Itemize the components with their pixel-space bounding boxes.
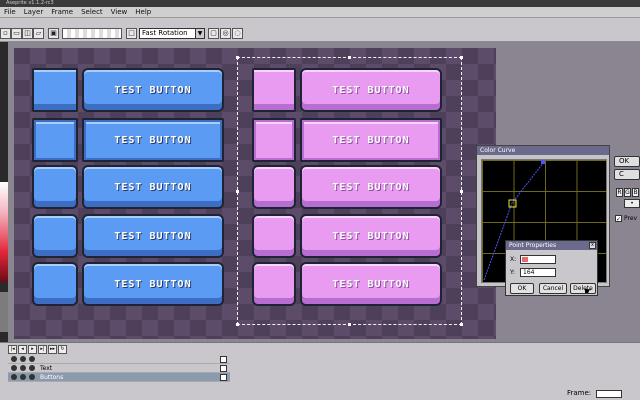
- transform-handle[interactable]: [236, 56, 239, 59]
- cel-icon[interactable]: [220, 365, 227, 372]
- blue-square-button[interactable]: [32, 118, 78, 162]
- preview-checkbox[interactable]: ✓: [615, 215, 622, 223]
- transparent-color-icon[interactable]: ▣: [48, 28, 59, 39]
- x-input-mark-icon: [522, 257, 528, 262]
- lock-icon[interactable]: [20, 374, 26, 380]
- lock-icon[interactable]: [20, 365, 26, 371]
- frame-input[interactable]: [596, 390, 622, 398]
- color-curve-side-controls: OK C R G B • ✓ Prev: [614, 155, 640, 245]
- dialog-title: Color Curve: [477, 146, 609, 155]
- layer-row[interactable]: Text: [8, 364, 230, 373]
- mouse-cursor-icon: ☛: [584, 287, 593, 297]
- transform-handle[interactable]: [236, 323, 239, 326]
- chevron-down-icon: ▼: [195, 29, 204, 38]
- transform-handle[interactable]: [236, 190, 239, 193]
- eye-icon[interactable]: [11, 365, 17, 371]
- wheel-icon[interactable]: ◌: [232, 28, 243, 39]
- x-label: X:: [510, 256, 517, 263]
- crop-icon[interactable]: ▢: [208, 28, 219, 39]
- selection-marquee[interactable]: [236, 56, 463, 326]
- context-toolbar: ▫ ▭ ◫ ▱ ▣ □ Fast Rotation ▼ ▢ ◎ ◌: [0, 18, 640, 42]
- blue-test-button[interactable]: TEST BUTTON: [82, 68, 224, 112]
- point-properties-dialog: Point Properties x X: Y: 164 OK Cancel D…: [505, 240, 598, 297]
- menu-file[interactable]: File: [0, 7, 20, 17]
- transparent-color-field[interactable]: [62, 28, 122, 39]
- link-icon[interactable]: [29, 356, 35, 362]
- first-frame-icon[interactable]: |◂: [8, 345, 17, 354]
- y-label: Y:: [510, 269, 515, 276]
- channel-r-icon[interactable]: R: [616, 188, 623, 197]
- transform-handle[interactable]: [460, 190, 463, 193]
- next-frame-icon[interactable]: ▸|: [38, 345, 47, 354]
- lock-icon[interactable]: [20, 356, 26, 362]
- point-delete-button[interactable]: Delete: [570, 283, 596, 294]
- menu-bar: File Layer Frame Select View Help: [0, 7, 640, 18]
- menu-select[interactable]: Select: [77, 7, 107, 17]
- prev-frame-icon[interactable]: ◂: [18, 345, 27, 354]
- menu-view[interactable]: View: [107, 7, 132, 17]
- curve-cancel-button[interactable]: C: [614, 169, 640, 180]
- curve-ok-button[interactable]: OK: [614, 156, 640, 167]
- eye-icon[interactable]: [11, 356, 17, 362]
- channel-slider-icon[interactable]: •: [624, 199, 640, 208]
- transform-handle[interactable]: [348, 56, 351, 59]
- rotate-icon[interactable]: ◫: [22, 28, 33, 39]
- close-icon[interactable]: x: [589, 242, 596, 249]
- transform-handle[interactable]: [348, 323, 351, 326]
- last-frame-icon[interactable]: ▸▸: [48, 345, 57, 354]
- layer-row[interactable]: [8, 355, 230, 364]
- blue-test-button[interactable]: TEST BUTTON: [82, 214, 224, 258]
- y-input[interactable]: 164: [520, 268, 556, 277]
- menu-frame[interactable]: Frame: [47, 7, 77, 17]
- playback-controls: |◂ ◂ ▸ ▸| ▸▸ ↻: [8, 345, 67, 354]
- transform-handle[interactable]: [460, 323, 463, 326]
- blue-square-button[interactable]: [32, 165, 78, 209]
- color-swatch[interactable]: [0, 292, 8, 332]
- channel-b-icon[interactable]: B: [632, 188, 639, 197]
- frame-label: Frame:: [567, 389, 592, 397]
- cel-icon[interactable]: [220, 356, 227, 363]
- preview-label: Prev: [624, 215, 638, 222]
- blue-test-button[interactable]: TEST BUTTON: [82, 165, 224, 209]
- title-bar: Aseprite v1.1.2-rc3: [0, 0, 640, 7]
- cel-icon[interactable]: [220, 374, 227, 381]
- blue-test-button[interactable]: TEST BUTTON: [82, 118, 224, 162]
- menu-help[interactable]: Help: [131, 7, 155, 17]
- layer-row-selected[interactable]: Buttons: [8, 373, 230, 382]
- point-ok-button[interactable]: OK: [510, 283, 534, 294]
- flip-icon[interactable]: ▭: [11, 28, 22, 39]
- point-cancel-button[interactable]: Cancel: [539, 283, 567, 294]
- zoom-icon[interactable]: ◎: [220, 28, 231, 39]
- eye-icon[interactable]: [11, 374, 17, 380]
- blue-square-button[interactable]: [32, 262, 78, 306]
- loop-icon[interactable]: ↻: [58, 345, 67, 354]
- link-icon[interactable]: [29, 374, 35, 380]
- channel-g-icon[interactable]: G: [624, 188, 631, 197]
- blue-test-button[interactable]: TEST BUTTON: [82, 262, 224, 306]
- menu-layer[interactable]: Layer: [20, 7, 48, 17]
- skew-icon[interactable]: ▱: [33, 28, 44, 39]
- palette-strip[interactable]: [0, 42, 8, 342]
- timeline-panel: |◂ ◂ ▸ ▸| ▸▸ ↻ Text Buttons: [0, 342, 640, 400]
- transform-handle[interactable]: [460, 56, 463, 59]
- color-ramp[interactable]: [0, 182, 8, 282]
- select-box-icon[interactable]: □: [126, 28, 137, 39]
- dialog-title: Point Properties: [506, 241, 597, 250]
- blue-square-button[interactable]: [32, 68, 78, 112]
- pivot-icon[interactable]: ▫: [0, 28, 11, 39]
- play-icon[interactable]: ▸: [28, 345, 37, 354]
- link-icon[interactable]: [29, 365, 35, 371]
- rotation-algorithm-select[interactable]: Fast Rotation ▼: [139, 28, 205, 39]
- blue-square-button[interactable]: [32, 214, 78, 258]
